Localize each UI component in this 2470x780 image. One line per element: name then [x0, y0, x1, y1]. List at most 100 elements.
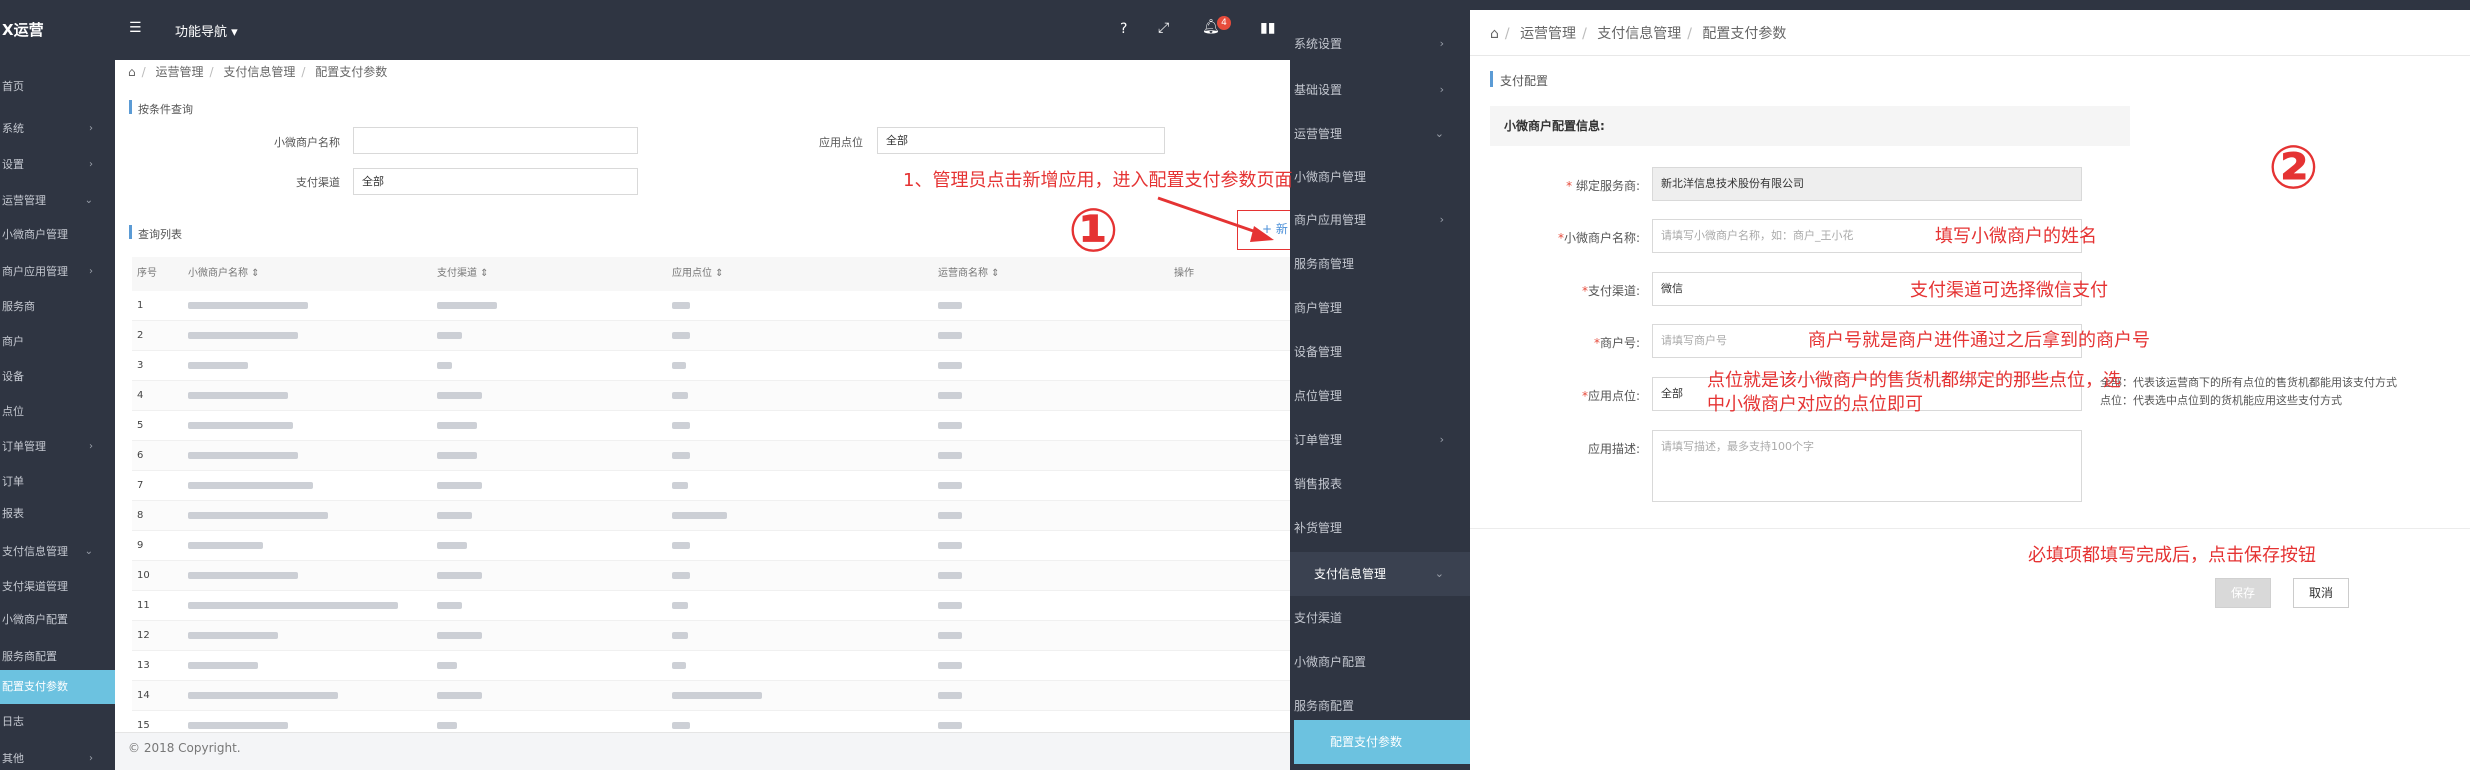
description-textarea[interactable]: 请填写描述，最多支持100个字 — [1652, 430, 2082, 502]
sidebar-item[interactable]: 销售报表 — [1290, 462, 1470, 506]
channel-filter-select[interactable]: 全部 — [353, 168, 638, 195]
redacted-cell — [672, 441, 690, 471]
header-divider — [1470, 55, 2470, 56]
cancel-button[interactable]: 取消 — [2293, 578, 2349, 608]
sidebar-item-label: 服务商管理 — [1294, 257, 1355, 271]
table-row[interactable]: 4 — [132, 381, 1290, 411]
breadcrumb-item[interactable]: 支付信息管理 — [223, 65, 295, 79]
table-row[interactable]: 11 — [132, 591, 1290, 621]
column-header[interactable]: 小微商户名称 ⇕ — [188, 257, 260, 291]
sidebar-item[interactable]: 商户 — [0, 325, 115, 359]
table-row[interactable]: 10 — [132, 561, 1290, 591]
sidebar-item[interactable]: 日志 — [0, 705, 115, 739]
sidebar-item[interactable]: 支付信息管理 ⌄ — [0, 535, 115, 569]
table-row[interactable]: 12 — [132, 621, 1290, 651]
sidebar-item[interactable]: 支付渠道 — [1290, 596, 1470, 640]
merchant-filter-input[interactable] — [353, 127, 638, 154]
sidebar-item[interactable]: 服务商管理 — [1290, 242, 1470, 286]
sidebar-item[interactable]: 设置 › — [0, 148, 115, 182]
breadcrumb-item: 配置支付参数 — [315, 65, 388, 79]
sidebar-item[interactable]: 商户应用管理 › — [1290, 198, 1470, 242]
sidebar-item-label: 其他 — [2, 752, 24, 765]
redaction-bar — [938, 541, 962, 549]
table-row[interactable]: 14 — [132, 681, 1290, 711]
sidebar-item-label: 点位管理 — [1294, 389, 1343, 403]
table-row[interactable]: 8 — [132, 501, 1290, 531]
sidebar-item[interactable]: 小微商户配置 — [1290, 640, 1470, 684]
table-row[interactable]: 3 — [132, 351, 1290, 381]
menu-toggle-icon[interactable]: ☰ — [129, 20, 142, 36]
sidebar-item[interactable]: 设备管理 — [1290, 330, 1470, 374]
sidebar-item[interactable]: 补货管理 — [1290, 506, 1470, 550]
chevron-icon: ⌄ — [84, 195, 93, 206]
chevron-icon: › — [89, 123, 93, 134]
sidebar-item[interactable]: 运营管理 ⌄ — [0, 184, 115, 218]
redaction-bar — [672, 571, 690, 579]
redacted-cell — [938, 471, 962, 501]
redaction-bar — [437, 391, 482, 399]
breadcrumb-item[interactable]: 运营管理 — [156, 65, 204, 79]
fullscreen-icon[interactable]: ⤢ — [1158, 20, 1169, 36]
sidebar-item-label: 订单 — [2, 475, 24, 488]
sidebar-item[interactable]: 服务商 — [0, 290, 115, 324]
breadcrumb-item: 配置支付参数 — [1702, 26, 1787, 42]
sidebar-item[interactable]: 订单管理 › — [1290, 418, 1470, 462]
sidebar-item[interactable]: 支付信息管理 ⌄ — [1290, 552, 1470, 596]
sidebar-item[interactable]: 点位 — [0, 395, 115, 429]
table-row[interactable]: 13 — [132, 651, 1290, 681]
nav-dropdown[interactable]: 功能导航 ▾ — [175, 21, 238, 40]
row-index: 12 — [137, 630, 150, 641]
sidebar-item[interactable]: 系统 › — [0, 112, 115, 146]
sidebar-item[interactable]: 服务商配置 — [0, 640, 115, 674]
sidebar-item[interactable]: 基础设置 › — [1290, 68, 1470, 112]
sidebar-item[interactable]: 订单管理 › — [0, 430, 115, 464]
table-row[interactable]: 7 — [132, 471, 1290, 501]
merchant-name-label: *小微商户名称: — [1557, 231, 1640, 245]
redacted-cell — [188, 501, 328, 531]
sidebar-item[interactable]: 小微商户管理 — [1290, 155, 1470, 199]
column-header[interactable]: 应用点位 ⇕ — [672, 257, 724, 291]
sidebar-item[interactable]: 运营管理 ⌄ — [1290, 112, 1470, 156]
sidebar-item[interactable]: 商户应用管理 › — [0, 255, 115, 289]
user-menu-icon[interactable]: ▮▮ — [1260, 20, 1275, 36]
sidebar-item[interactable]: 支付渠道管理 — [0, 570, 115, 604]
row-index: 8 — [137, 510, 144, 521]
home-icon[interactable]: ⌂ — [1490, 26, 1499, 42]
table-row[interactable]: 2 — [132, 321, 1290, 351]
save-button[interactable]: 保存 — [2215, 578, 2271, 608]
column-header[interactable]: 运营商名称 ⇕ — [938, 257, 1000, 291]
table-row[interactable]: 9 — [132, 531, 1290, 561]
redaction-bar — [938, 331, 962, 339]
sidebar-item[interactable]: 设备 — [0, 360, 115, 394]
table-row[interactable]: 1 — [132, 291, 1290, 321]
row-index: 2 — [137, 330, 144, 341]
home-icon[interactable]: ⌂ — [128, 65, 136, 79]
sidebar-item[interactable]: 小微商户配置 — [0, 603, 115, 637]
column-header[interactable]: 支付渠道 ⇕ — [437, 257, 489, 291]
merchant-no-annotation: 商户号就是商户进件通过之后拿到的商户号 — [1808, 330, 2150, 351]
sidebar-item[interactable]: 配置支付参数 — [0, 670, 115, 704]
sidebar-item-label: 商户应用管理 — [1294, 213, 1367, 227]
table-row[interactable]: 5 — [132, 411, 1290, 441]
sidebar-item[interactable]: 首页 — [0, 70, 115, 104]
sidebar-item[interactable]: 配置支付参数 — [1294, 720, 1470, 764]
help-icon[interactable]: ? — [1120, 21, 1127, 37]
breadcrumb-item[interactable]: 运营管理 — [1520, 26, 1576, 42]
point-filter-select[interactable]: 全部 — [877, 127, 1165, 154]
redacted-cell — [938, 291, 962, 321]
sidebar-item[interactable]: 点位管理 — [1290, 374, 1470, 418]
sidebar-item[interactable]: 其他 › — [0, 742, 115, 770]
sidebar-item-label: 服务商 — [2, 300, 35, 313]
breadcrumb-item[interactable]: 支付信息管理 — [1597, 26, 1681, 42]
sidebar-item-label: 设备 — [2, 370, 24, 383]
sidebar-item[interactable]: 商户管理 — [1290, 286, 1470, 330]
save-annotation: 必填项都填写完成后，点击保存按钮 — [2028, 545, 2316, 566]
table-row[interactable]: 6 — [132, 441, 1290, 471]
sidebar-item[interactable]: 小微商户管理 — [0, 218, 115, 252]
sidebar-item[interactable]: 系统设置 › — [1290, 22, 1470, 66]
sidebar-item[interactable]: 报表 — [0, 497, 115, 531]
form-divider — [1470, 528, 2470, 529]
sidebar-item[interactable]: 订单 — [0, 465, 115, 499]
redaction-bar — [672, 511, 727, 519]
redacted-cell — [437, 351, 452, 381]
